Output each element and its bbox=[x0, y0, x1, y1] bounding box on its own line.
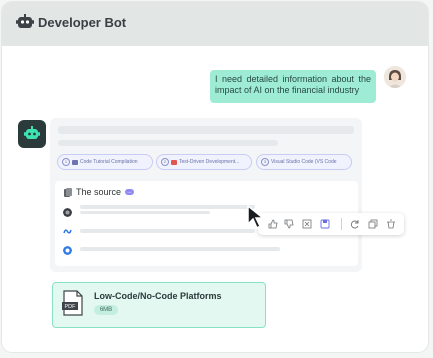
file-attachment-card[interactable] bbox=[52, 282, 266, 328]
chip-number: 2 bbox=[161, 158, 169, 166]
mouse-cursor-icon bbox=[247, 204, 266, 230]
delete-icon[interactable] bbox=[386, 219, 396, 229]
file-size-badge: 6MB bbox=[94, 305, 118, 315]
source-logo-icon[interactable] bbox=[63, 208, 72, 217]
loading-line bbox=[80, 229, 255, 233]
robot-icon bbox=[24, 126, 40, 139]
document-icon bbox=[64, 188, 72, 197]
sources-count-badge: ... bbox=[125, 189, 134, 195]
message-action-toolbar bbox=[258, 213, 404, 235]
chip-label: Code Tutorial Compilation bbox=[80, 159, 138, 165]
chip-label: Visual Studio Code (VS Code bbox=[271, 159, 337, 165]
loading-line bbox=[80, 247, 280, 251]
sources-title: The source bbox=[76, 187, 122, 197]
refresh-icon[interactable] bbox=[350, 219, 360, 229]
chip-number: 3 bbox=[261, 158, 269, 166]
source-chip[interactable]: 3 Visual Studio Code (VS Code bbox=[256, 154, 352, 170]
robot-icon bbox=[16, 14, 34, 28]
pdf-file-icon: PDF bbox=[62, 290, 83, 316]
chat-header: Developer Bot bbox=[2, 2, 428, 46]
toolbar-divider bbox=[341, 218, 342, 230]
thumbs-up-icon[interactable] bbox=[268, 219, 278, 229]
loading-line bbox=[80, 205, 255, 209]
page-title: Developer Bot bbox=[38, 15, 127, 30]
screenshot-icon[interactable] bbox=[302, 219, 312, 229]
file-name: Low-Code/No-Code Platforms bbox=[94, 291, 222, 301]
user-message-bubble: I need detailed information about the im… bbox=[210, 70, 376, 103]
loading-line bbox=[80, 211, 210, 214]
copy-icon[interactable] bbox=[368, 219, 378, 229]
save-icon[interactable] bbox=[320, 219, 330, 229]
pdf-icon bbox=[171, 159, 177, 165]
loading-line bbox=[58, 126, 354, 134]
source-chip[interactable]: 2 Test-Driven Development... bbox=[156, 154, 252, 170]
source-logo-icon[interactable] bbox=[63, 246, 72, 255]
meta-icon[interactable] bbox=[63, 227, 72, 236]
loading-line bbox=[58, 140, 278, 146]
bot-avatar bbox=[18, 120, 46, 148]
doc-icon bbox=[72, 159, 78, 165]
user-avatar-image bbox=[384, 66, 406, 88]
source-chip[interactable]: 1 Code Tutorial Compilation bbox=[57, 154, 153, 170]
thumbs-down-icon[interactable] bbox=[284, 219, 294, 229]
chip-number: 1 bbox=[62, 158, 70, 166]
chip-label: Test-Driven Development... bbox=[179, 159, 240, 165]
user-avatar[interactable] bbox=[384, 66, 406, 88]
pdf-label: PDF bbox=[65, 304, 77, 310]
